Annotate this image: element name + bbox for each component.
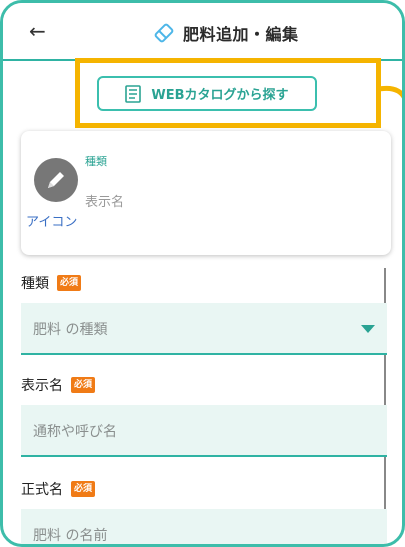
- title-wrap: 肥料追加・編集: [151, 20, 299, 46]
- official-name-input[interactable]: 肥料 の名前: [21, 509, 387, 544]
- web-catalog-label: WEBカタログから探す: [151, 88, 289, 103]
- eraser-tag-icon: [154, 23, 174, 43]
- field-official-name-label: 正式名 必須: [21, 479, 96, 499]
- field-official-name-label-text: 正式名: [21, 482, 63, 498]
- required-badge: 必須: [71, 481, 96, 497]
- top-bar: ← 肥料追加・編集: [3, 3, 402, 61]
- display-name-input[interactable]: 通称や呼び名: [21, 405, 387, 457]
- back-arrow-icon[interactable]: ←: [29, 19, 46, 43]
- field-kind-label: 種類 必須: [21, 273, 82, 293]
- card-kind-label: 種類: [85, 155, 107, 168]
- required-badge: 必須: [57, 275, 82, 291]
- icon-link[interactable]: アイコン: [26, 211, 77, 230]
- field-kind-label-text: 種類: [21, 276, 49, 292]
- web-catalog-button[interactable]: WEBカタログから探す: [97, 76, 317, 111]
- required-badge: 必須: [71, 377, 96, 393]
- official-name-placeholder: 肥料 の名前: [33, 528, 108, 544]
- kind-select[interactable]: 肥料 の種類: [21, 303, 387, 355]
- avatar[interactable]: [34, 158, 78, 202]
- book-icon: [125, 84, 142, 103]
- app-frame: ← 肥料追加・編集 WEBカタログから探す 種類 表示名 アイコン 種類 必須 …: [0, 0, 405, 547]
- caret-down-icon: [361, 325, 375, 333]
- preview-card: 種類 表示名 アイコン: [21, 131, 391, 255]
- pencil-icon: [48, 172, 64, 188]
- card-name-label: 表示名: [85, 195, 125, 210]
- field-display-name-label-text: 表示名: [21, 378, 63, 394]
- kind-select-placeholder: 肥料 の種類: [33, 322, 108, 338]
- display-name-placeholder: 通称や呼び名: [33, 424, 117, 440]
- page-title: 肥料追加・編集: [183, 25, 299, 44]
- field-display-name-label: 表示名 必須: [21, 375, 96, 395]
